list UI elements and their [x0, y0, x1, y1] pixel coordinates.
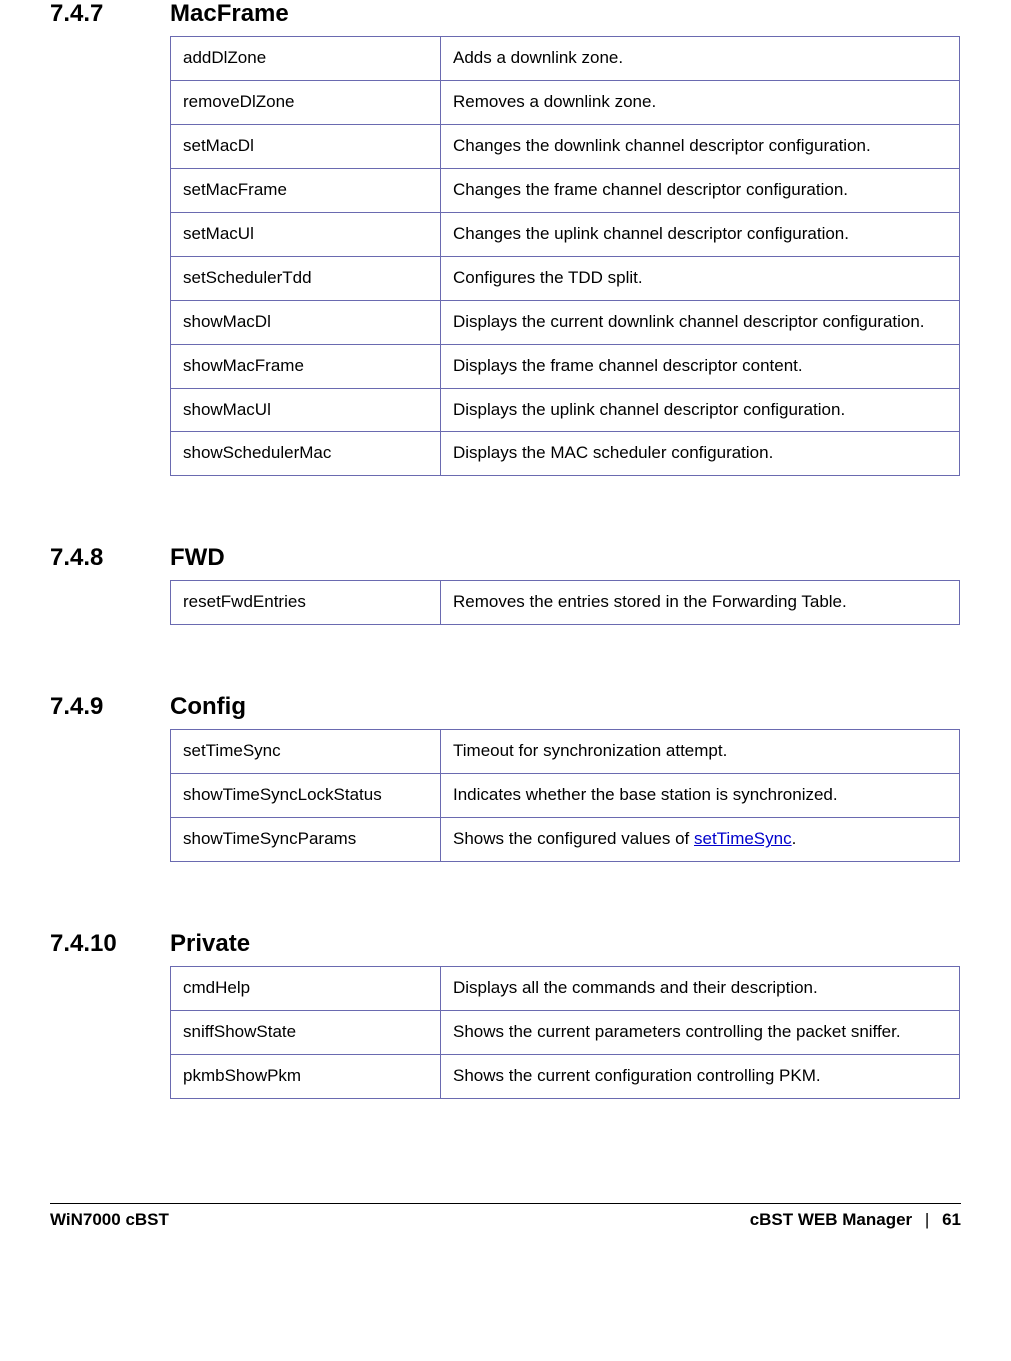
command-desc: Changes the downlink channel descriptor …	[441, 124, 960, 168]
command-desc: Changes the uplink channel descriptor co…	[441, 212, 960, 256]
command-desc: Displays all the commands and their desc…	[441, 967, 960, 1011]
command-name: setTimeSync	[171, 730, 441, 774]
command-name: showMacUl	[171, 388, 441, 432]
table-row: removeDlZoneRemoves a downlink zone.	[171, 80, 960, 124]
section-fwd: 7.4.8 FWD resetFwdEntriesRemoves the ent…	[50, 544, 961, 625]
section-title: Private	[170, 930, 250, 958]
section-number: 7.4.10	[50, 930, 170, 958]
page-content: 7.4.7 MacFrame addDlZoneAdds a downlink …	[0, 0, 1011, 1260]
table-row: showTimeSyncLockStatusIndicates whether …	[171, 774, 960, 818]
footer-page-number: 61	[942, 1210, 961, 1229]
command-name: addDlZone	[171, 37, 441, 81]
section-title: Config	[170, 693, 246, 721]
table-row: addDlZoneAdds a downlink zone.	[171, 37, 960, 81]
command-desc: Changes the frame channel descriptor con…	[441, 168, 960, 212]
command-desc: Indicates whether the base station is sy…	[441, 774, 960, 818]
table-row: setTimeSyncTimeout for synchronization a…	[171, 730, 960, 774]
command-name: showTimeSyncParams	[171, 818, 441, 862]
settimesync-link[interactable]: setTimeSync	[694, 829, 792, 848]
command-desc: Adds a downlink zone.	[441, 37, 960, 81]
table-row: resetFwdEntriesRemoves the entries store…	[171, 581, 960, 625]
footer-right: cBST WEB Manager | 61	[750, 1210, 961, 1230]
section-header: 7.4.10 Private	[50, 930, 961, 958]
table-row: showMacUlDisplays the uplink channel des…	[171, 388, 960, 432]
command-desc: Displays the MAC scheduler configuration…	[441, 432, 960, 476]
command-name: setMacDl	[171, 124, 441, 168]
section-config: 7.4.9 Config setTimeSyncTimeout for sync…	[50, 693, 961, 862]
section-number: 7.4.8	[50, 544, 170, 572]
section-private: 7.4.10 Private cmdHelpDisplays all the c…	[50, 930, 961, 1099]
section-header: 7.4.9 Config	[50, 693, 961, 721]
command-desc: Displays the frame channel descriptor co…	[441, 344, 960, 388]
command-table: addDlZoneAdds a downlink zone. removeDlZ…	[170, 36, 960, 476]
table-row: sniffShowStateShows the current paramete…	[171, 1011, 960, 1055]
command-desc: Removes a downlink zone.	[441, 80, 960, 124]
command-desc: Timeout for synchronization attempt.	[441, 730, 960, 774]
command-name: showSchedulerMac	[171, 432, 441, 476]
command-name: pkmbShowPkm	[171, 1055, 441, 1099]
command-desc: Shows the current parameters controlling…	[441, 1011, 960, 1055]
table-row: showMacFrameDisplays the frame channel d…	[171, 344, 960, 388]
command-name: resetFwdEntries	[171, 581, 441, 625]
table-row: setSchedulerTddConfigures the TDD split.	[171, 256, 960, 300]
section-number: 7.4.9	[50, 693, 170, 721]
footer-title: cBST WEB Manager	[750, 1210, 912, 1229]
section-title: FWD	[170, 544, 225, 572]
section-title: MacFrame	[170, 0, 289, 28]
table-row: cmdHelpDisplays all the commands and the…	[171, 967, 960, 1011]
command-name: setMacFrame	[171, 168, 441, 212]
command-table: cmdHelpDisplays all the commands and the…	[170, 966, 960, 1099]
footer-separator: |	[917, 1210, 937, 1229]
command-name: showTimeSyncLockStatus	[171, 774, 441, 818]
command-name: setMacUl	[171, 212, 441, 256]
table-row: pkmbShowPkmShows the current configurati…	[171, 1055, 960, 1099]
table-row: showMacDlDisplays the current downlink c…	[171, 300, 960, 344]
footer-product: WiN7000 cBST	[50, 1210, 169, 1230]
command-table: resetFwdEntriesRemoves the entries store…	[170, 580, 960, 625]
command-name: showMacFrame	[171, 344, 441, 388]
command-name: setSchedulerTdd	[171, 256, 441, 300]
section-macframe: 7.4.7 MacFrame addDlZoneAdds a downlink …	[50, 0, 961, 476]
section-number: 7.4.7	[50, 0, 170, 28]
command-desc: Shows the current configuration controll…	[441, 1055, 960, 1099]
command-name: cmdHelp	[171, 967, 441, 1011]
section-header: 7.4.8 FWD	[50, 544, 961, 572]
section-header: 7.4.7 MacFrame	[50, 0, 961, 28]
command-name: showMacDl	[171, 300, 441, 344]
command-table: setTimeSyncTimeout for synchronization a…	[170, 729, 960, 862]
table-row: showTimeSyncParams Shows the configured …	[171, 818, 960, 862]
page-footer: WiN7000 cBST cBST WEB Manager | 61	[50, 1203, 961, 1230]
desc-text: .	[792, 829, 797, 848]
desc-text: Shows the configured values of	[453, 829, 694, 848]
table-row: setMacFrameChanges the frame channel des…	[171, 168, 960, 212]
command-desc: Shows the configured values of setTimeSy…	[441, 818, 960, 862]
command-name: removeDlZone	[171, 80, 441, 124]
command-desc: Displays the current downlink channel de…	[441, 300, 960, 344]
table-row: showSchedulerMacDisplays the MAC schedul…	[171, 432, 960, 476]
table-row: setMacUlChanges the uplink channel descr…	[171, 212, 960, 256]
command-desc: Displays the uplink channel descriptor c…	[441, 388, 960, 432]
command-name: sniffShowState	[171, 1011, 441, 1055]
table-row: setMacDlChanges the downlink channel des…	[171, 124, 960, 168]
command-desc: Configures the TDD split.	[441, 256, 960, 300]
command-desc: Removes the entries stored in the Forwar…	[441, 581, 960, 625]
